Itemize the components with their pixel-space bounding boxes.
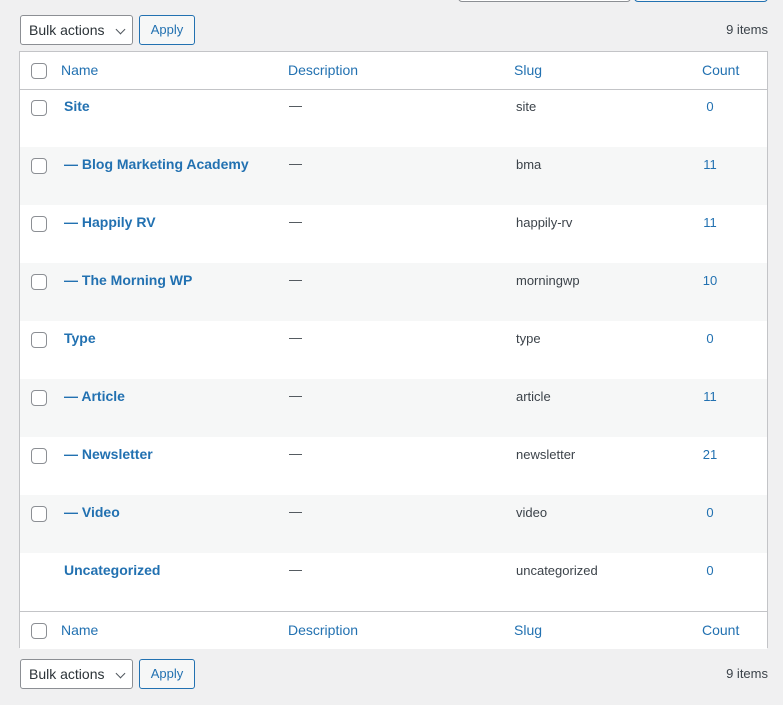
- category-name-link[interactable]: — Newsletter: [64, 446, 153, 462]
- table-row: Uncategorized — uncategorized 0: [20, 553, 767, 611]
- row-checkbox[interactable]: [31, 506, 47, 522]
- row-checkbox[interactable]: [31, 158, 47, 174]
- column-count[interactable]: Count: [702, 52, 739, 89]
- category-count-link[interactable]: 0: [680, 331, 740, 346]
- category-description: —: [289, 388, 302, 403]
- select-all-checkbox[interactable]: [31, 63, 47, 79]
- apply-button-bottom[interactable]: Apply: [139, 659, 195, 689]
- row-checkbox[interactable]: [31, 274, 47, 290]
- column-slug[interactable]: Slug: [514, 52, 542, 89]
- category-description: —: [289, 214, 302, 229]
- apply-button[interactable]: Apply: [139, 15, 195, 45]
- category-count-link[interactable]: 0: [680, 563, 740, 578]
- table-row: — Happily RV — happily-rv 11: [20, 205, 767, 263]
- column-description-footer[interactable]: Description: [288, 612, 358, 649]
- table-row: — The Morning WP — morningwp 10: [20, 263, 767, 321]
- bulk-actions-label: Bulk actions: [29, 666, 105, 682]
- tablenav-bottom: Bulk actions Apply 9 items: [20, 659, 768, 689]
- category-description: —: [289, 504, 302, 519]
- row-checkbox[interactable]: [31, 332, 47, 348]
- bulk-actions-label: Bulk actions: [29, 22, 105, 38]
- column-name[interactable]: Name: [61, 52, 98, 89]
- category-slug: happily-rv: [516, 215, 573, 230]
- column-slug-footer[interactable]: Slug: [514, 612, 542, 649]
- table-header: Name Description Slug Count: [20, 52, 767, 90]
- items-count-bottom: 9 items: [726, 666, 768, 681]
- categories-table: Name Description Slug Count Site — site 0— …: [19, 51, 768, 649]
- table-row: — Blog Marketing Academy — bma 11: [20, 147, 767, 205]
- chevron-down-icon: [115, 668, 126, 679]
- table-row: Site — site 0: [20, 89, 767, 147]
- bulk-actions-select-bottom[interactable]: Bulk actions: [20, 659, 133, 689]
- category-slug: site: [516, 99, 537, 114]
- category-name-link[interactable]: — Happily RV: [64, 214, 156, 230]
- category-name-link[interactable]: — Blog Marketing Academy: [64, 156, 249, 172]
- category-count-link[interactable]: 21: [680, 447, 740, 462]
- table-row: Type — type 0: [20, 321, 767, 379]
- table-row: — Video — video 0: [20, 495, 767, 553]
- category-description: —: [289, 446, 302, 461]
- category-count-link[interactable]: 0: [680, 505, 740, 520]
- category-slug: type: [516, 331, 541, 346]
- chevron-down-icon: [115, 24, 126, 35]
- category-slug: uncategorized: [516, 563, 598, 578]
- table-row: — Newsletter — newsletter 21: [20, 437, 767, 495]
- category-name-link[interactable]: Type: [64, 330, 96, 346]
- category-description: —: [289, 562, 302, 577]
- items-count: 9 items: [726, 22, 768, 37]
- column-description[interactable]: Description: [288, 52, 358, 89]
- category-name-link[interactable]: — Article: [64, 388, 125, 404]
- category-name-link[interactable]: Site: [64, 98, 90, 114]
- category-count-link[interactable]: 10: [680, 273, 740, 288]
- category-name-link[interactable]: — The Morning WP: [64, 272, 192, 288]
- column-count-footer[interactable]: Count: [702, 612, 739, 649]
- category-count-link[interactable]: 11: [680, 157, 740, 172]
- category-count-link[interactable]: 11: [680, 389, 740, 404]
- category-description: —: [289, 98, 302, 113]
- table-footer: Name Description Slug Count: [20, 611, 767, 649]
- search-button-cut[interactable]: [634, 0, 768, 2]
- category-count-link[interactable]: 11: [680, 215, 740, 230]
- row-checkbox[interactable]: [31, 448, 47, 464]
- search-input-cut[interactable]: [458, 0, 631, 2]
- table-row: — Article — article 11: [20, 379, 767, 437]
- category-slug: newsletter: [516, 447, 576, 462]
- category-description: —: [289, 272, 302, 287]
- bulk-actions-select[interactable]: Bulk actions: [20, 15, 133, 45]
- category-description: —: [289, 156, 302, 171]
- category-name-link[interactable]: — Video: [64, 504, 120, 520]
- category-slug: bma: [516, 157, 542, 172]
- tablenav-top: Bulk actions Apply 9 items: [20, 15, 768, 45]
- category-description: —: [289, 330, 302, 345]
- category-slug: video: [516, 505, 548, 520]
- category-slug: article: [516, 389, 551, 404]
- category-name-link[interactable]: Uncategorized: [64, 562, 160, 578]
- category-count-link[interactable]: 0: [680, 99, 740, 114]
- column-name-footer[interactable]: Name: [61, 612, 98, 649]
- category-slug: morningwp: [516, 273, 580, 288]
- row-checkbox[interactable]: [31, 390, 47, 406]
- row-checkbox[interactable]: [31, 216, 47, 232]
- select-all-checkbox-footer[interactable]: [31, 623, 47, 639]
- row-checkbox[interactable]: [31, 100, 47, 116]
